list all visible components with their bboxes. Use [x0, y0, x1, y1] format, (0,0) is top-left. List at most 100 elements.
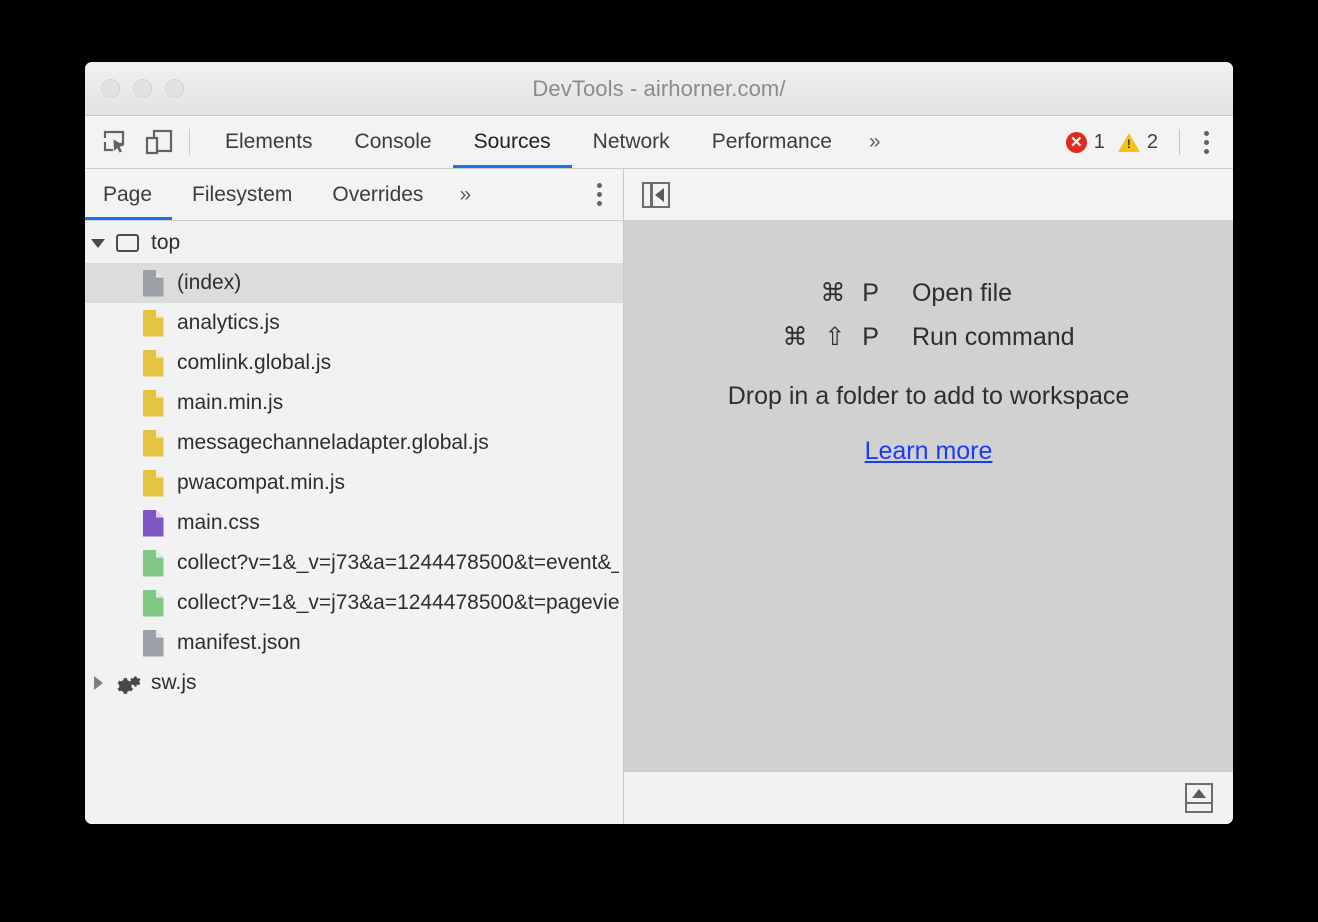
up-triangle-glyph: [1192, 789, 1206, 798]
tree-row[interactable]: top: [85, 223, 623, 263]
nav-tab-overrides[interactable]: Overrides: [312, 169, 443, 220]
tab-sources-label: Sources: [474, 130, 551, 154]
shortcut-keys: ⌘ ⇧ P: [782, 315, 912, 359]
workspace-drop-hint: Drop in a folder to add to workspace: [728, 382, 1130, 411]
drawer-icon-top: [1187, 785, 1211, 804]
kebab-dot: [597, 183, 602, 188]
kebab-dot: [1204, 131, 1209, 136]
tree-row-label: collect?v=1&_v=j73&a=1244478500&t=pagevi…: [177, 591, 619, 615]
show-console-drawer-icon[interactable]: [1185, 783, 1213, 813]
error-count: 1: [1094, 131, 1105, 154]
tree-row-label: main.min.js: [177, 391, 283, 415]
tree-row-label: sw.js: [151, 671, 197, 695]
kebab-dot: [597, 201, 602, 206]
tree-row[interactable]: comlink.global.js: [85, 343, 623, 383]
drawer-icon-bottom: [1187, 804, 1211, 811]
tree-row-label: (index): [177, 271, 241, 295]
devtools-body: Page Filesystem Overrides » top (index) an…: [85, 169, 1233, 824]
nav-tab-filesystem[interactable]: Filesystem: [172, 169, 312, 220]
shortcut-list: ⌘ P Open file ⌘ ⇧ P Run command: [782, 271, 1074, 359]
service-worker-icon: [111, 670, 143, 696]
warning-count: 2: [1147, 131, 1158, 154]
tab-elements-label: Elements: [225, 130, 313, 154]
tree-row[interactable]: main.css: [85, 503, 623, 543]
devtools-window: DevTools - airhorner.com/ Elements Conso…: [85, 62, 1233, 824]
tab-performance-label: Performance: [712, 130, 832, 154]
navigator-more-options-icon[interactable]: [575, 169, 623, 220]
editor-panel: ⌘ P Open file ⌘ ⇧ P Run command Drop in …: [624, 169, 1233, 824]
device-toolbar-icon[interactable]: [137, 116, 181, 168]
main-toolbar: Elements Console Sources Network Perform…: [85, 116, 1233, 169]
js-file-icon: [137, 430, 169, 457]
tree-row[interactable]: (index): [85, 263, 623, 303]
tree-row[interactable]: manifest.json: [85, 623, 623, 663]
tree-row[interactable]: analytics.js: [85, 303, 623, 343]
chevron-right-icon[interactable]: [85, 676, 111, 690]
shortcut-row: ⌘ P Open file: [782, 271, 1074, 315]
document-icon: [137, 630, 169, 657]
window-title: DevTools - airhorner.com/: [85, 76, 1233, 102]
tree-row[interactable]: collect?v=1&_v=j73&a=1244478500&t=event&…: [85, 543, 623, 583]
more-navigator-tabs-chevron-icon[interactable]: »: [443, 169, 485, 220]
tree-row-label: comlink.global.js: [177, 351, 331, 375]
more-panels-chevron-icon[interactable]: »: [853, 116, 895, 168]
window-titlebar: DevTools - airhorner.com/: [85, 62, 1233, 116]
toolbar-divider: [189, 129, 190, 155]
document-icon: [137, 270, 169, 297]
tab-console[interactable]: Console: [334, 116, 453, 168]
xhr-file-icon: [137, 590, 169, 617]
kebab-dot: [1204, 149, 1209, 154]
inspect-element-icon[interactable]: [93, 116, 137, 168]
tree-row[interactable]: messagechanneladapter.global.js: [85, 423, 623, 463]
chevron-down-icon[interactable]: [85, 239, 111, 248]
collapse-navigator-icon[interactable]: [642, 182, 670, 208]
xhr-file-icon: [137, 550, 169, 577]
minimize-button[interactable]: [133, 79, 152, 98]
tab-elements[interactable]: Elements: [204, 116, 334, 168]
main-menu-icon[interactable]: [1189, 131, 1223, 154]
traffic-lights: [101, 62, 184, 115]
tab-console-label: Console: [355, 130, 432, 154]
tab-sources[interactable]: Sources: [453, 116, 572, 168]
js-file-icon: [137, 310, 169, 337]
nav-tab-filesystem-label: Filesystem: [192, 183, 292, 207]
shortcut-description: Run command: [912, 315, 1075, 359]
toolbar-separator: [1179, 129, 1180, 155]
editor-placeholder: ⌘ P Open file ⌘ ⇧ P Run command Drop in …: [624, 221, 1233, 771]
shortcut-row: ⌘ ⇧ P Run command: [782, 315, 1074, 359]
css-file-icon: [137, 510, 169, 537]
file-tree[interactable]: top (index) analytics.js comlink.global.js m…: [85, 221, 623, 824]
error-icon: ✕: [1066, 132, 1087, 153]
learn-more-link[interactable]: Learn more: [865, 437, 993, 466]
js-file-icon: [137, 390, 169, 417]
nav-tab-page-label: Page: [103, 183, 152, 207]
more-navigator-tabs-label: »: [459, 183, 469, 207]
error-counter[interactable]: ✕ 1 2: [1060, 131, 1170, 154]
tree-row[interactable]: main.min.js: [85, 383, 623, 423]
tree-row[interactable]: sw.js: [85, 663, 623, 703]
tree-row-label: top: [151, 231, 180, 255]
frame-icon: [111, 234, 143, 252]
kebab-dot: [597, 192, 602, 197]
editor-tabstrip: [624, 169, 1233, 221]
left-triangle-glyph: [655, 188, 664, 202]
tree-row-label: messagechanneladapter.global.js: [177, 431, 489, 455]
navigator-tabs: Page Filesystem Overrides »: [85, 169, 623, 221]
kebab-dot: [1204, 140, 1209, 145]
nav-tab-page[interactable]: Page: [85, 169, 172, 220]
maximize-button[interactable]: [165, 79, 184, 98]
tree-row-label: pwacompat.min.js: [177, 471, 345, 495]
tab-network[interactable]: Network: [572, 116, 691, 168]
js-file-icon: [137, 470, 169, 497]
tab-network-label: Network: [593, 130, 670, 154]
tree-row-label: analytics.js: [177, 311, 280, 335]
tree-row[interactable]: pwacompat.min.js: [85, 463, 623, 503]
close-button[interactable]: [101, 79, 120, 98]
nav-tab-overrides-label: Overrides: [332, 183, 423, 207]
panel-tabs: Elements Console Sources Network Perform…: [204, 116, 895, 168]
tree-row-label: main.css: [177, 511, 260, 535]
tab-performance[interactable]: Performance: [691, 116, 853, 168]
warning-icon: [1118, 133, 1140, 152]
more-panels-label: »: [869, 130, 879, 154]
tree-row[interactable]: collect?v=1&_v=j73&a=1244478500&t=pagevi…: [85, 583, 623, 623]
